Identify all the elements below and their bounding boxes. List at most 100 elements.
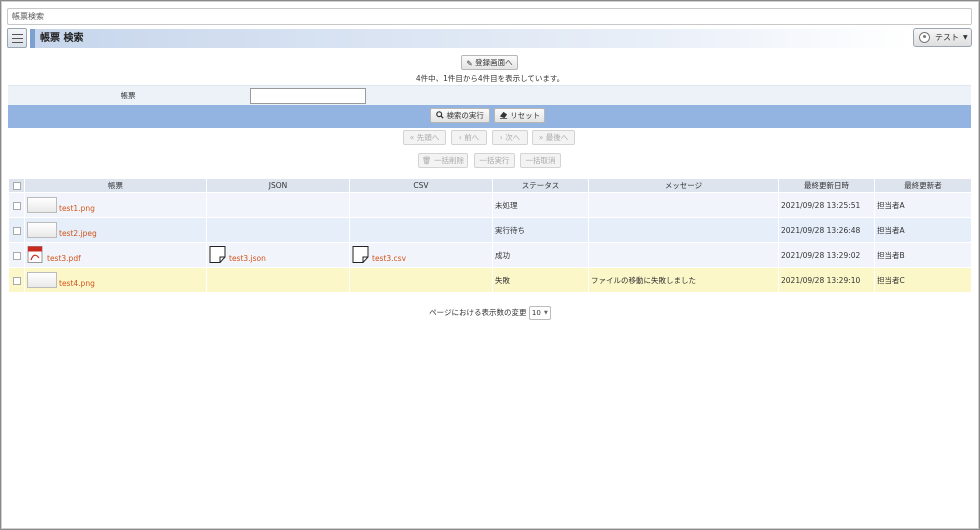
magnifier-icon [436,110,444,123]
csv-cell: test3.csv [349,242,493,268]
message-cell [588,217,779,243]
chevron-down-icon: ▼ [544,310,548,316]
column-header[interactable]: 最終更新日時 [778,178,875,193]
bulk-cancel-label: 一括取消 [525,156,556,165]
pencil-icon: ✎ [466,58,473,68]
table-row: test4.png 失敗 ファイルの移動に失敗しました 2021/09/28 1… [8,267,972,293]
pager-next-button[interactable]: › 次へ [492,130,528,145]
updated-cell: 2021/09/28 13:25:51 [778,192,875,218]
report-file-cell: test2.jpeg [24,217,207,243]
report-label: 帳票 [120,91,136,100]
register-screen-button[interactable]: ✎ 登録画面へ [461,55,518,70]
eraser-icon [499,110,508,123]
image-thumbnail-icon[interactable] [27,272,57,288]
hamburger-menu-button[interactable] [7,28,27,48]
user-name: テスト [935,33,959,42]
row-checkbox[interactable] [12,226,21,235]
column-header[interactable]: JSON [206,178,350,193]
report-file-cell: test1.png [24,192,207,218]
address-bar[interactable]: 帳票検索 [7,8,972,25]
chevron-right-icon: › [499,133,503,142]
csv-cell [349,267,493,293]
pager-first-label: 先頭へ [416,133,440,142]
search-exec-button[interactable]: 検索の実行 [430,108,490,123]
json-file-link[interactable]: test3.json [229,254,266,263]
status-cell: 失敗 [492,267,589,293]
pager-prev-button[interactable]: ‹ 前へ [451,130,487,145]
register-button-label: 登録画面へ [475,58,513,67]
search-exec-label: 検索の実行 [446,111,484,120]
pdf-file-icon[interactable] [27,246,44,263]
image-thumbnail-icon[interactable] [27,197,57,213]
table-row: test2.jpeg 実行待ち 2021/09/28 13:26:48 担当者A [8,217,972,243]
bulk-delete-button[interactable]: 🗑 一括削除 [418,153,468,168]
report-file-cell: test4.png [24,267,207,293]
image-thumbnail-icon[interactable] [27,222,57,238]
reset-label: リセット [510,111,541,120]
json-cell [206,217,350,243]
csv-cell [349,217,493,243]
search-action-bar: 検索の実行 リセット [8,105,971,128]
updated-cell: 2021/09/28 13:29:10 [778,267,875,293]
message-cell [588,192,779,218]
csv-cell [349,192,493,218]
bulk-delete-label: 一括削除 [433,156,464,165]
row-checkbox[interactable] [12,276,21,285]
bulk-execute-label: 一括実行 [479,156,510,165]
status-cell: 実行待ち [492,217,589,243]
trash-icon: 🗑 [422,156,432,165]
document-icon[interactable] [209,246,226,263]
message-cell: ファイルの移動に失敗しました [588,267,779,293]
updated-cell: 2021/09/28 13:26:48 [778,217,875,243]
column-header[interactable]: 最終更新者 [874,178,972,193]
json-cell [206,267,350,293]
reset-button[interactable]: リセット [494,108,545,123]
bulk-cancel-button[interactable]: 一括取消 [520,153,561,168]
csv-file-link[interactable]: test3.csv [372,254,406,263]
row-checkbox[interactable] [12,251,21,260]
result-summary: 4件中、1件目から4件目を表示しています。 [415,74,565,83]
page-size-select[interactable]: 10 ▼ [528,306,551,320]
updater-cell: 担当者A [874,217,972,243]
user-avatar-icon [919,32,930,43]
updater-cell: 担当者A [874,192,972,218]
title-bar: 帳票 検索 [30,29,910,48]
status-cell: 未処理 [492,192,589,218]
menu-line-icon [12,34,23,35]
report-file-link[interactable]: test2.jpeg [59,229,97,238]
message-cell [588,242,779,268]
pager-first-button[interactable]: « 先頭へ [403,130,446,145]
pager-last-label: 最後へ [545,133,569,142]
document-icon[interactable] [352,246,369,263]
column-header[interactable]: CSV [349,178,493,193]
pager-last-button[interactable]: » 最後へ [532,130,575,145]
table-row: test1.png 未処理 2021/09/28 13:25:51 担当者A [8,192,972,218]
updater-cell: 担当者B [874,242,972,268]
row-checkbox[interactable] [12,201,21,210]
row-select-cell [8,242,25,268]
column-header[interactable]: メッセージ [588,178,779,193]
column-header[interactable]: ステータス [492,178,589,193]
report-file-cell: test3.pdf [24,242,207,268]
json-cell [206,192,350,218]
user-menu-button[interactable]: テスト ▼ [913,28,972,47]
page-size-control: ページにおける表示数の変更 10 ▼ [0,306,980,320]
page-size-value: 10 [531,309,541,317]
report-file-link[interactable]: test3.pdf [47,254,81,263]
table-row: test3.pdf test3.json test3.csv 成功 2021/0… [8,242,972,268]
report-file-link[interactable]: test1.png [59,204,95,213]
updater-cell: 担当者C [874,267,972,293]
report-search-input[interactable] [250,88,366,104]
page-header: 帳票 検索 テスト ▼ [7,28,972,48]
bulk-execute-button[interactable]: 一括実行 [474,153,515,168]
menu-line-icon [12,42,23,43]
menu-line-icon [12,38,23,39]
select-all-cell [8,178,25,193]
column-header[interactable]: 帳票 [24,178,207,193]
select-all-checkbox[interactable] [12,182,21,190]
page-size-label: ページにおける表示数の変更 [429,308,527,317]
pager-prev-label: 前へ [464,133,480,142]
page-title: 帳票 検索 [40,33,84,44]
double-chevron-left-icon: « [409,133,415,142]
report-file-link[interactable]: test4.png [59,279,95,288]
